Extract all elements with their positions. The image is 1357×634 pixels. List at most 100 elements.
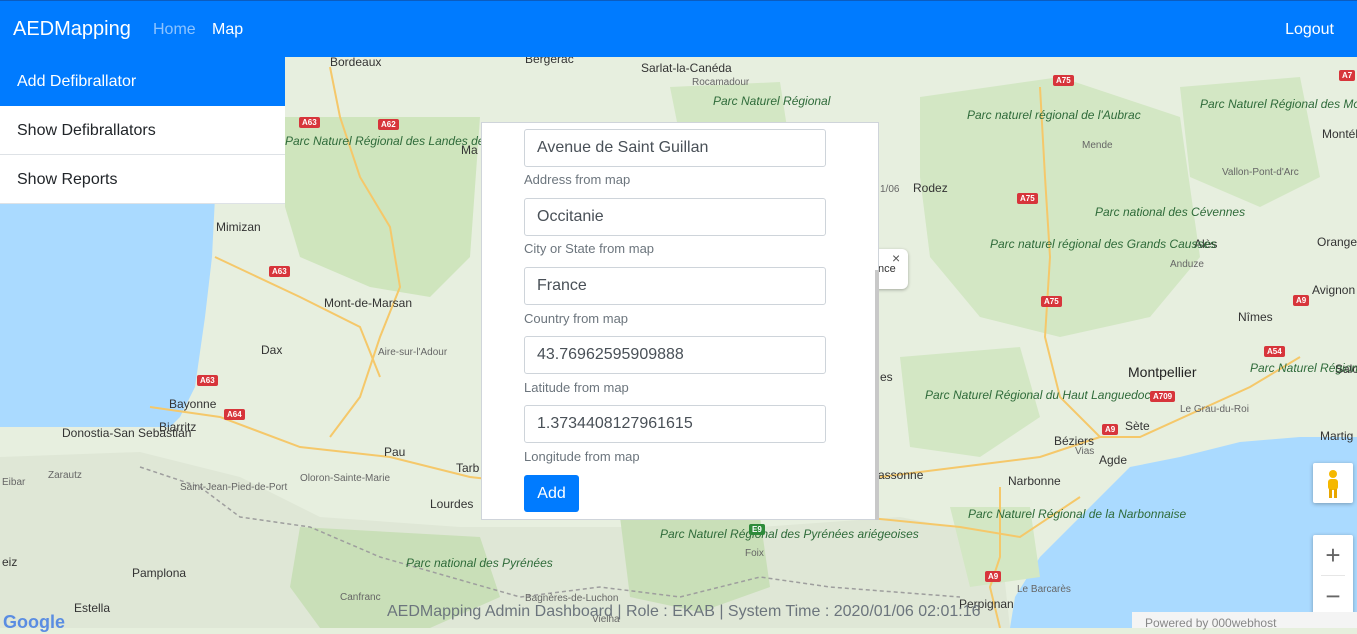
place-label: Parc Naturel Régional [713,94,831,108]
longitude-help-text: Longitude from map [524,449,640,464]
sidebar-item-show-reports[interactable]: Show Reports [0,155,285,204]
place-label: Bergerac [525,57,574,66]
panel-scrollbar[interactable] [875,270,879,520]
footer-status: AEDMapping Admin Dashboard | Role : EKAB… [387,603,981,620]
place-label: Bayonne [169,397,217,411]
road-shield: A62 [378,119,399,130]
road-shield: A75 [1041,296,1062,307]
navbar: AEDMapping Home Map Logout [0,0,1357,57]
place-label: Eibar [2,477,26,488]
pegman-icon [1328,470,1338,498]
road-shield: A63 [197,375,218,386]
road-shield: A75 [1017,193,1038,204]
zoom-control: + − [1313,535,1353,616]
address-help-text: Address from map [524,172,631,187]
add-defibrillator-form: Avenue de Saint Guillan Address from map… [481,122,879,520]
zoom-out-button[interactable]: − [1313,576,1353,616]
place-label: Agde [1099,453,1128,467]
place-label: Narbonne [1008,474,1061,488]
country-input[interactable]: France [524,267,826,305]
place-label: Lourdes [430,497,474,511]
road-shield: E9 [749,524,765,535]
road-shield: A75 [1053,75,1074,86]
place-label: Salon [1335,362,1357,376]
logout-link[interactable]: Logout [1285,21,1334,39]
place-label: Nîmes [1238,310,1273,324]
latitude-input[interactable]: 43.76962595909888 [524,336,826,374]
place-label: Oloron-Sainte-Marie [300,473,391,484]
powered-by-badge[interactable]: Powered by 000webhost [1132,612,1357,630]
street-view-pegman[interactable] [1313,463,1353,503]
place-label: Ma [461,143,478,157]
place-label: Avignon [1312,283,1356,297]
place-label: Mont-de-Marsan [324,296,413,310]
road-shield: A7 [1339,70,1356,81]
city-input[interactable]: Occitanie [524,198,826,236]
place-label: eiz [2,555,18,569]
place-label: Parc national des Pyrénées [406,556,553,570]
place-label: Parc Naturel Régional de la Narbonnaise [968,507,1187,521]
sidebar: Add Defibrallator Show Defibrallators Sh… [0,57,285,204]
place-label: Le Grau-du-Roi [1180,404,1249,415]
place-label: Parc national des Cévennes [1095,205,1246,219]
place-label: Parc Naturel Régional des Landes de Gasc… [285,134,543,148]
nav-map-link[interactable]: Map [212,21,243,39]
road-shield: A709 [1150,391,1176,402]
place-label: 1/06 [880,184,900,195]
place-label: Rocamadour [692,77,750,88]
latitude-help-text: Latitude from map [524,380,629,395]
place-label: Sète [1125,419,1150,433]
road-shield: A63 [299,117,320,128]
place-label: Donostia-San Sebastián [62,426,192,440]
place-label: Parc Naturel Régional des Monts d'Ardèch… [1200,97,1357,111]
place-label: Mende [1082,140,1113,151]
road-shield: A54 [1264,346,1285,357]
place-label: es [880,370,893,384]
road-shield: A64 [224,409,245,420]
place-label: Pamplona [132,566,187,580]
place-label: Vias [1075,446,1095,457]
place-label: Parc naturel régional des Grands Causses [990,237,1216,251]
place-label: Parc Naturel Régional de Camargue [1250,361,1357,375]
place-label: Zarautz [48,470,82,481]
place-label: Pau [384,445,406,459]
sidebar-item-show-defibrallators[interactable]: Show Defibrallators [0,106,285,155]
place-label: Montpellier [1128,364,1197,380]
place-label: Canfranc [340,592,381,603]
place-label: Anduze [1170,259,1204,270]
place-label: Martig [1320,429,1354,443]
longitude-input[interactable]: 1.3734408127961615 [524,405,826,443]
zoom-in-button[interactable]: + [1313,535,1353,575]
place-label: Orange [1317,235,1357,249]
place-label: Montélima [1322,127,1357,141]
place-label: Sarlat-la-Canéda [641,61,732,75]
google-logo: Google [3,612,65,632]
place-label: Le Barcarès [1017,584,1071,595]
place-label: Parc Naturel Régional du Haut Languedoc [925,388,1151,402]
road-shield: A9 [985,571,1002,582]
city-help-text: City or State from map [524,241,655,256]
close-icon[interactable]: × [892,250,900,266]
place-label: Saint-Jean-Pied-de-Port [180,482,288,493]
place-label: Aire-sur-l'Adour [378,347,448,358]
place-label: Mimizan [216,220,261,234]
place-label: Parc naturel régional de l'Aubrac [967,109,1141,121]
place-label: Tarb [456,461,480,475]
place-label: Estella [74,601,111,615]
sidebar-item-add-defibrallator[interactable]: Add Defibrallator [0,57,285,106]
address-input[interactable]: Avenue de Saint Guillan [524,129,826,167]
road-shield: A63 [269,266,290,277]
place-label: Rodez [913,181,948,195]
road-shield: A9 [1293,295,1310,306]
place-label: Bordeaux [330,57,382,69]
place-label: assonne [878,468,924,482]
place-label: Parc Naturel Régional des Pyrénées ariég… [660,528,919,540]
place-label: Foix [745,548,764,559]
brand-title[interactable]: AEDMapping [13,18,131,41]
place-label: Vallon-Pont-d'Arc [1222,167,1299,178]
add-button[interactable]: Add [524,475,579,512]
place-label: Dax [261,343,283,357]
nav-home-link[interactable]: Home [153,21,196,39]
road-shield: A9 [1102,424,1119,435]
country-help-text: Country from map [524,311,629,326]
